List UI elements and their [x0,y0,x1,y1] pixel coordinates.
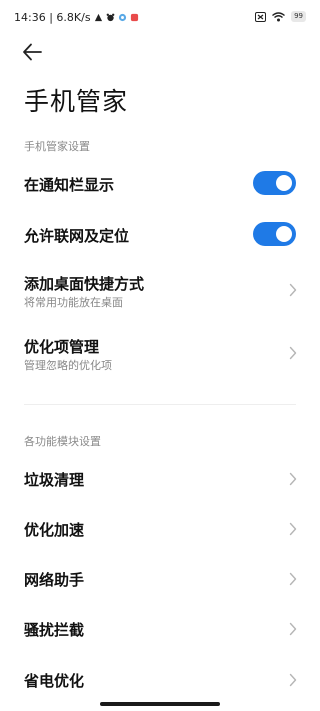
row-network-assistant[interactable]: 网络助手 [0,563,320,595]
home-indicator[interactable] [100,702,220,706]
row-label: 优化项管理 [24,338,100,356]
row-power-saving[interactable]: 省电优化 [0,664,320,696]
toggle-knob [276,226,292,242]
chevron-right-icon [289,472,297,486]
sim-blocked-icon [255,11,267,22]
row-subtitle: 管理忽略的优化项 [24,359,112,372]
toggle-show-in-notification-bar[interactable] [253,171,296,195]
row-label: 添加桌面快捷方式 [24,275,145,293]
chevron-right-icon [289,673,297,687]
status-left: 14:36 | 6.8K/s [14,11,139,24]
row-optimization-management[interactable]: 优化项管理 管理忽略的优化项 [0,331,320,377]
chevron-right-icon [289,346,297,360]
row-speed-boost[interactable]: 优化加速 [0,513,320,545]
row-label: 骚扰拦截 [24,621,85,639]
arrow-left-icon [23,43,42,61]
row-add-desktop-shortcut[interactable]: 添加桌面快捷方式 将常用功能放在桌面 [0,268,320,314]
row-label: 网络助手 [24,571,85,589]
row-label: 允许联网及定位 [24,227,130,245]
row-junk-cleanup[interactable]: 垃圾清理 [0,463,320,495]
chevron-right-icon [289,622,297,636]
status-right: 99 [255,11,306,22]
row-label: 省电优化 [24,672,85,690]
notification-icon [94,13,102,22]
page-title: 手机管家 [24,87,129,116]
chevron-right-icon [289,283,297,297]
row-harassment-blocking[interactable]: 骚扰拦截 [0,613,320,645]
security-app-icon [130,13,138,22]
row-subtitle: 将常用功能放在桌面 [24,296,123,309]
row-label: 垃圾清理 [24,471,85,489]
chevron-right-icon [289,522,297,536]
toggle-knob [276,175,292,191]
toggle-allow-network-location[interactable] [253,222,296,246]
status-time-speed: 14:36 | 6.8K/s [14,11,91,24]
section-header-module-settings: 各功能模块设置 [24,435,101,448]
status-bar: 14:36 | 6.8K/s 99 [0,0,320,36]
alarm-clock-icon [106,13,114,22]
section-divider [24,404,296,405]
section-header-manager-settings: 手机管家设置 [24,140,90,153]
row-show-in-notification-bar[interactable]: 在通知栏显示 [0,166,320,200]
chevron-right-icon [289,572,297,586]
app-notification-icon [118,13,126,22]
row-allow-network-location[interactable]: 允许联网及定位 [0,217,320,251]
row-label: 优化加速 [24,521,85,539]
row-label: 在通知栏显示 [24,176,115,194]
battery-level: 99 [291,11,306,22]
wifi-icon [272,11,286,21]
back-button[interactable] [22,42,44,62]
